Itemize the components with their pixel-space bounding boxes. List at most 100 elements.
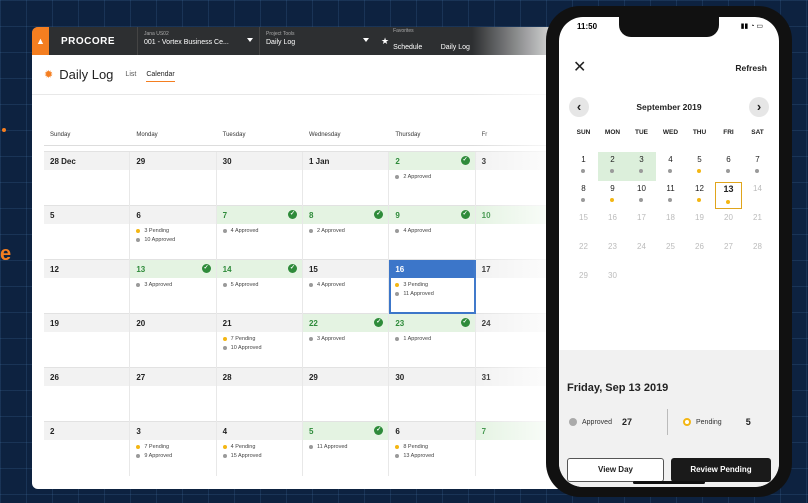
log-entry[interactable]: 3 Approved (130, 282, 215, 288)
log-entry[interactable]: 15 Approved (217, 453, 302, 459)
calendar-day-cell[interactable]: 2 ✓ 2 Approved (389, 152, 476, 206)
log-entry[interactable]: 10 Approved (130, 237, 215, 243)
calendar-day-cell[interactable]: 20 (130, 314, 217, 368)
month-day[interactable]: 10 (627, 181, 656, 210)
company-project-selector[interactable]: Jana US02 001 - Vortex Business Ce... (137, 27, 259, 55)
month-day[interactable]: 5 (685, 152, 714, 181)
procore-logo[interactable]: PROCORE (61, 36, 137, 47)
month-day[interactable]: 19 (685, 210, 714, 239)
tab-calendar[interactable]: Calendar (146, 68, 175, 82)
approved-dot-icon (581, 198, 585, 202)
calendar-day-cell[interactable]: 7 ✓ 4 Approved (216, 206, 303, 260)
review-pending-button[interactable]: Review Pending (671, 458, 771, 482)
month-day[interactable]: 8 (569, 181, 598, 210)
calendar-day-cell[interactable]: 28 Dec (44, 152, 131, 206)
log-entry[interactable]: 7 Pending (130, 444, 215, 450)
month-day[interactable]: 26 (685, 239, 714, 268)
log-entry[interactable]: 9 Approved (130, 453, 215, 459)
log-entry[interactable]: 4 Approved (303, 282, 388, 288)
month-day[interactable]: 28 (743, 239, 772, 268)
calendar-day-cell[interactable]: 30 (389, 368, 476, 422)
log-entry[interactable]: 11 Approved (303, 444, 388, 450)
calendar-day-cell[interactable]: 1 Jan (302, 152, 390, 206)
calendar-day-cell[interactable]: 21 7 Pending 10 Approved (216, 314, 303, 368)
calendar-day-cell[interactable]: 29 (302, 368, 390, 422)
calendar-day-cell[interactable]: 28 (216, 368, 303, 422)
month-day[interactable]: 12 (685, 181, 714, 210)
calendar-day-cell[interactable]: 15 4 Approved (302, 260, 390, 314)
log-entry[interactable]: 1 Approved (389, 336, 474, 342)
month-day[interactable]: 22 (569, 239, 598, 268)
month-day[interactable]: 7 (743, 152, 772, 181)
home-icon[interactable]: ▲ (32, 27, 49, 55)
month-day[interactable]: 27 (714, 239, 743, 268)
calendar-day-cell[interactable]: 3 7 Pending 9 Approved (130, 422, 217, 476)
calendar-day-cell[interactable]: 12 (44, 260, 131, 314)
log-entry[interactable]: 2 Approved (389, 174, 474, 180)
month-day[interactable]: 23 (598, 239, 627, 268)
approved-dot-icon (668, 198, 672, 202)
calendar-day-cell[interactable]: 16 3 Pending 11 Approved (389, 260, 476, 314)
view-day-button[interactable]: View Day (567, 458, 664, 482)
selected-day[interactable]: 13 (714, 181, 743, 210)
log-entry[interactable]: 7 Pending (217, 336, 302, 342)
month-day[interactable]: 6 (714, 152, 743, 181)
month-day[interactable]: 21 (743, 210, 772, 239)
calendar-day-cell[interactable]: 23 ✓ 1 Approved (389, 314, 476, 368)
calendar-day-cell[interactable]: 14 ✓ 5 Approved (216, 260, 303, 314)
calendar-day-cell[interactable]: 2 (44, 422, 131, 476)
month-day[interactable]: 14 (743, 181, 772, 210)
calendar-day-cell[interactable]: 6 3 Pending 10 Approved (130, 206, 217, 260)
month-day[interactable]: 29 (569, 268, 598, 297)
month-day[interactable]: 18 (656, 210, 685, 239)
calendar-day-cell[interactable]: 19 (44, 314, 131, 368)
log-entry[interactable]: 3 Pending (130, 228, 215, 234)
month-day[interactable]: 3 (627, 152, 656, 181)
tab-list[interactable]: List (125, 68, 136, 81)
favorite-link-schedule[interactable]: Schedule (393, 44, 422, 51)
calendar-day-cell[interactable]: 22 ✓ 3 Approved (302, 314, 390, 368)
month-day[interactable]: 2 (598, 152, 627, 181)
log-entry[interactable]: 4 Approved (389, 228, 474, 234)
project-name: 001 - Vortex Business Ce... (144, 39, 229, 46)
month-day[interactable]: 1 (569, 152, 598, 181)
calendar-day-cell[interactable]: 9 ✓ 4 Approved (389, 206, 476, 260)
log-entry[interactable]: 11 Approved (389, 291, 474, 297)
calendar-day-cell[interactable]: 29 (130, 152, 217, 206)
month-day[interactable]: 24 (627, 239, 656, 268)
month-day[interactable]: 11 (656, 181, 685, 210)
log-entry[interactable]: 8 Pending (389, 444, 474, 450)
log-entry[interactable]: 10 Approved (217, 345, 302, 351)
chevron-right-icon[interactable]: › (749, 97, 769, 117)
month-day[interactable]: 20 (714, 210, 743, 239)
calendar-day-cell[interactable]: 13 ✓ 3 Approved (130, 260, 217, 314)
month-day[interactable]: 4 (656, 152, 685, 181)
project-tools-selector[interactable]: Project Tools Daily Log (259, 27, 375, 55)
close-icon[interactable]: ✕ (573, 57, 586, 77)
refresh-button[interactable]: Refresh (735, 63, 767, 73)
month-day[interactable]: 16 (598, 210, 627, 239)
month-day[interactable]: 15 (569, 210, 598, 239)
calendar-day-cell[interactable]: 27 (130, 368, 217, 422)
log-entry[interactable]: 13 Approved (389, 453, 474, 459)
calendar-day-cell[interactable]: 5 (44, 206, 131, 260)
month-day[interactable]: 9 (598, 181, 627, 210)
log-entry[interactable]: 5 Approved (217, 282, 302, 288)
calendar-day-cell[interactable]: 30 (216, 152, 303, 206)
favorite-link-daily-log[interactable]: Daily Log (441, 44, 470, 51)
log-entry[interactable]: 3 Pending (389, 282, 474, 288)
calendar-day-cell[interactable]: 5 ✓ 11 Approved (302, 422, 390, 476)
calendar-day-cell[interactable]: 6 8 Pending 13 Approved (389, 422, 476, 476)
month-day[interactable]: 17 (627, 210, 656, 239)
calendar-day-cell[interactable]: 8 ✓ 2 Approved (302, 206, 390, 260)
log-entry[interactable]: 4 Pending (217, 444, 302, 450)
calendar-day-cell[interactable]: 4 4 Pending 15 Approved (216, 422, 303, 476)
month-day[interactable]: 25 (656, 239, 685, 268)
calendar-day-cell[interactable]: 26 (44, 368, 131, 422)
log-entry[interactable]: 3 Approved (303, 336, 388, 342)
star-icon[interactable]: ★ (381, 36, 389, 47)
log-entry[interactable]: 4 Approved (217, 228, 302, 234)
weekday-label: WED (662, 129, 679, 136)
month-day[interactable]: 30 (598, 268, 627, 297)
log-entry[interactable]: 2 Approved (303, 228, 388, 234)
